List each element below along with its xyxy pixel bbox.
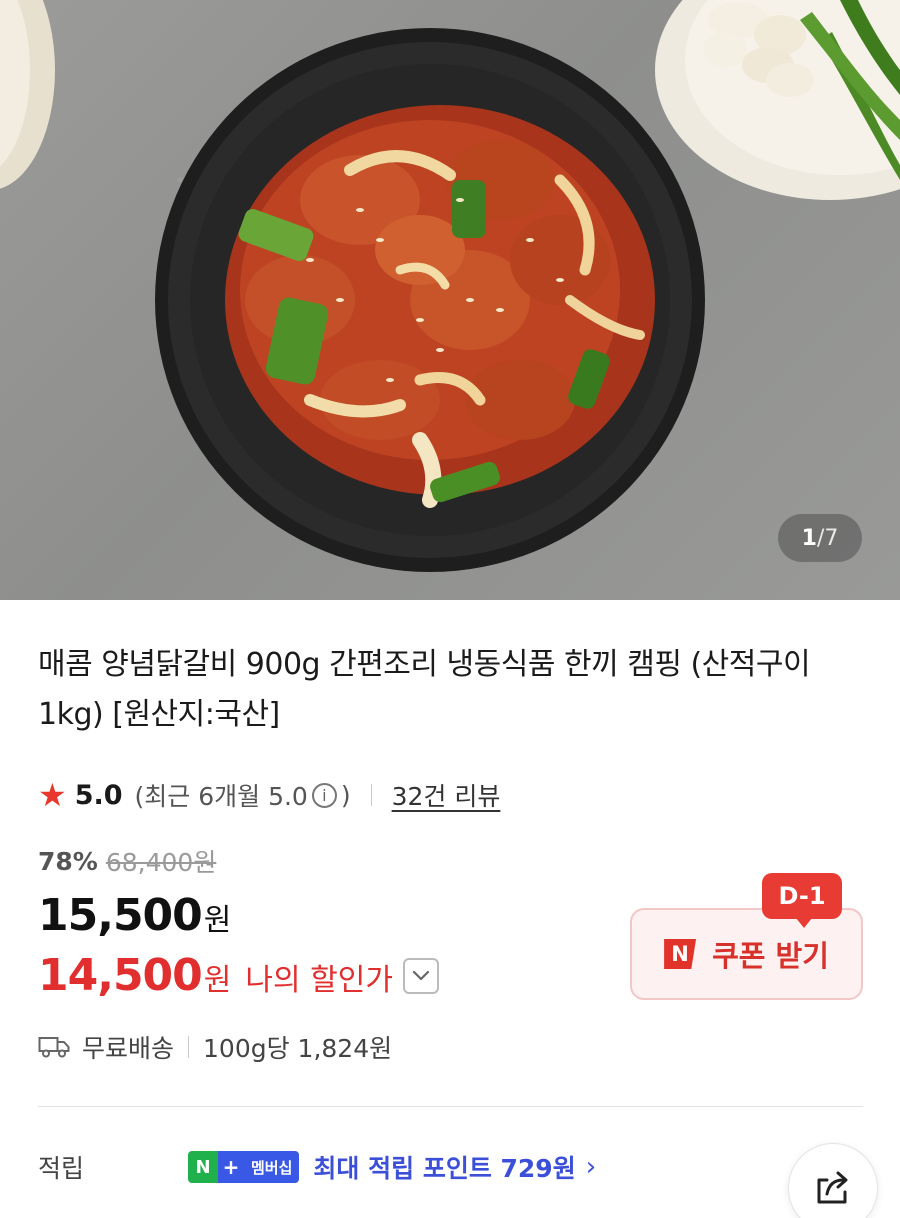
shipping-row: 무료배송 100g당 1,824원 bbox=[38, 1027, 392, 1067]
product-image-carousel[interactable]: 1 / 7 bbox=[0, 0, 900, 600]
coupon-deadline-badge: D-1 bbox=[762, 873, 842, 928]
points-label: 적립 bbox=[38, 1154, 85, 1183]
max-points-text[interactable]: 최대 적립 포인트 729원 bbox=[313, 1149, 575, 1185]
coupon-download-button[interactable]: N 쿠폰 받기 bbox=[630, 908, 863, 1000]
product-photo bbox=[0, 0, 900, 572]
rating-score: 5.0 bbox=[74, 779, 123, 811]
coupon-label: 쿠폰 받기 bbox=[712, 939, 829, 973]
current-image-index: 1 bbox=[801, 525, 817, 551]
naver-plus-membership-badge: N + 멤버십 bbox=[188, 1151, 300, 1183]
divider bbox=[188, 1036, 190, 1058]
unit-price: 100g당 1,824원 bbox=[203, 1034, 393, 1063]
sale-price: 15,500 원 bbox=[38, 890, 231, 941]
my-price-amount: 14,500 bbox=[38, 950, 203, 1001]
star-icon: ★ bbox=[38, 776, 67, 814]
badge-membership: 멤버십 bbox=[244, 1151, 300, 1183]
my-price-label: 나의 할인가 bbox=[245, 963, 393, 998]
chevron-down-icon[interactable] bbox=[402, 957, 439, 994]
sale-price-amount: 15,500 bbox=[38, 890, 203, 941]
free-shipping-label: 무료배송 bbox=[82, 1034, 175, 1063]
section-divider bbox=[38, 1106, 863, 1107]
naver-n-icon: N bbox=[664, 939, 697, 969]
my-discount-price: 14,500 원 나의 할인가 bbox=[38, 950, 439, 1001]
original-price: 68,400원 bbox=[105, 848, 217, 877]
image-page-counter: 1 / 7 bbox=[778, 514, 862, 562]
my-price-unit: 원 bbox=[203, 963, 232, 998]
sale-price-unit: 원 bbox=[203, 903, 232, 938]
points-row[interactable]: 적립 N + 멤버십 최대 적립 포인트 729원 › bbox=[38, 1144, 596, 1190]
discount-rate: 78% bbox=[38, 846, 98, 876]
image-index-separator: / bbox=[816, 525, 825, 551]
recent-rating-close: ) bbox=[340, 780, 351, 810]
chevron-right-icon[interactable]: › bbox=[586, 1152, 596, 1182]
total-image-count: 7 bbox=[824, 525, 839, 551]
divider bbox=[370, 784, 372, 806]
rating-row: ★ 5.0 (최근 6개월 5.0 i ) 32건 리뷰 bbox=[38, 775, 500, 815]
review-count-link[interactable]: 32건 리뷰 bbox=[392, 777, 501, 813]
product-title: 매콤 양념닭갈비 900g 간편조리 냉동식품 한끼 캠핑 (산적구이 1kg)… bbox=[38, 647, 811, 732]
discount-row: 78% 68,400원 bbox=[38, 843, 216, 879]
truck-icon bbox=[38, 1037, 70, 1058]
badge-n: N bbox=[188, 1151, 218, 1183]
info-icon[interactable]: i bbox=[311, 782, 337, 808]
badge-plus: + bbox=[218, 1151, 244, 1183]
recent-rating-text: (최근 6개월 5.0 bbox=[134, 782, 308, 811]
share-icon bbox=[817, 1171, 848, 1204]
share-button[interactable] bbox=[788, 1143, 878, 1218]
